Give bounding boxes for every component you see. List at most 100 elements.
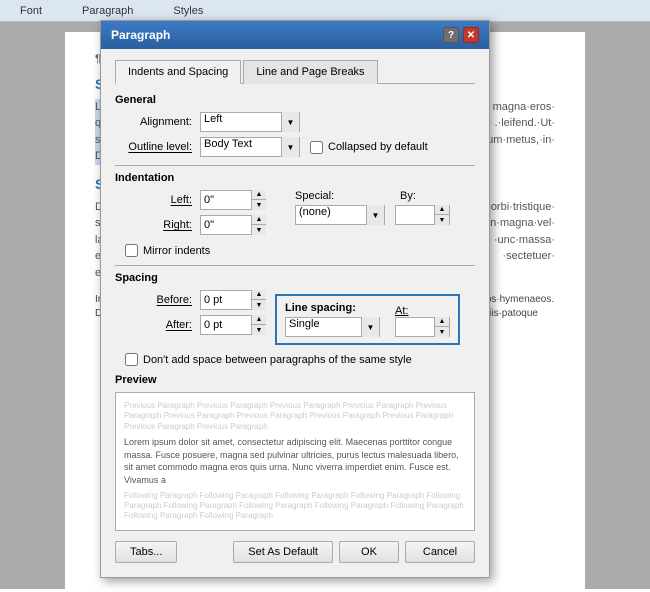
mirror-label: Mirror indents [143, 245, 210, 257]
paragraph-dialog: Paragraph ? ✕ Indents and Spacing Line a… [100, 20, 490, 578]
indentation-label: Indentation [115, 172, 475, 184]
right-spinner-down[interactable]: ▼ [252, 225, 266, 235]
special-label: Special: [295, 190, 385, 202]
line-spacing-col: Line spacing: Single ▼ [285, 302, 380, 337]
dialog-title: Paragraph [111, 28, 170, 42]
by-spinner[interactable]: ▲ ▼ [434, 205, 449, 225]
preview-label: Preview [115, 374, 475, 386]
right-indent-row: Right: ▲ ▼ [115, 215, 265, 235]
before-spinner-down[interactable]: ▼ [252, 300, 266, 310]
at-label: At: [395, 305, 450, 317]
before-after-col: Before: ▲ ▼ After: ▲ [115, 290, 265, 340]
outline-level-row: Outline level: Body Text ▼ Collapsed by … [115, 137, 475, 157]
collapsed-checkbox[interactable] [310, 141, 323, 154]
preview-after-text: Following Paragraph Following Paragraph … [124, 491, 466, 522]
after-label: After: [115, 319, 200, 331]
right-label: Right: [115, 219, 200, 231]
by-spinner-down[interactable]: ▼ [435, 215, 449, 225]
before-input[interactable] [201, 291, 251, 309]
right-spinner-up[interactable]: ▲ [252, 215, 266, 225]
tab-line-page-breaks[interactable]: Line and Page Breaks [243, 60, 377, 84]
right-buttons: Set As Default OK Cancel [233, 541, 475, 563]
at-input-wrap[interactable]: ▲ ▼ [395, 317, 450, 337]
alignment-row: Alignment: Left ▼ [115, 112, 475, 132]
left-spinner-up[interactable]: ▲ [252, 190, 266, 200]
line-spacing-box: Line spacing: Single ▼ At: ▲ ▼ [275, 294, 460, 345]
dialog-buttons: Tabs... Set As Default OK Cancel [115, 541, 475, 563]
preview-before-text: Previous Paragraph Previous Paragraph Pr… [124, 401, 466, 432]
alignment-dropdown[interactable]: Left ▼ [200, 112, 300, 132]
cancel-button[interactable]: Cancel [405, 541, 475, 563]
spacing-label: Spacing [115, 272, 475, 284]
general-label: General [115, 94, 475, 106]
outline-level-value: Body Text [201, 138, 281, 156]
left-indent-row: Left: ▲ ▼ [115, 190, 265, 210]
dont-add-row: Don't add space between paragraphs of th… [115, 353, 475, 366]
left-spinner-down[interactable]: ▼ [252, 200, 266, 210]
special-arrow[interactable]: ▼ [366, 205, 384, 225]
special-value: (none) [296, 206, 366, 224]
indent-left-col: Left: ▲ ▼ Right: ▲ [115, 190, 265, 240]
at-spinner[interactable]: ▲ ▼ [434, 317, 449, 337]
after-row: After: ▲ ▼ [115, 315, 265, 335]
close-button[interactable]: ✕ [463, 27, 479, 43]
after-input[interactable] [201, 316, 251, 334]
by-col: By: ▲ ▼ [395, 190, 450, 225]
ok-button[interactable]: OK [339, 541, 399, 563]
line-spacing-arrow[interactable]: ▼ [361, 317, 379, 337]
preview-box: Previous Paragraph Previous Paragraph Pr… [115, 392, 475, 531]
by-input-wrap[interactable]: ▲ ▼ [395, 205, 450, 225]
mirror-checkbox[interactable] [125, 244, 138, 257]
after-spinner-down[interactable]: ▼ [252, 325, 266, 335]
preview-section: Preview Previous Paragraph Previous Para… [115, 374, 475, 531]
right-spinner[interactable]: ▲ ▼ [251, 215, 266, 235]
at-input[interactable] [396, 318, 434, 336]
mirror-row: Mirror indents [115, 244, 475, 257]
before-spinner[interactable]: ▲ ▼ [251, 290, 266, 310]
alignment-label: Alignment: [115, 116, 200, 128]
left-input[interactable] [201, 191, 251, 209]
tabs-button[interactable]: Tabs... [115, 541, 177, 563]
alignment-value: Left [201, 113, 281, 131]
before-input-wrap[interactable]: ▲ ▼ [200, 290, 265, 310]
at-spinner-down[interactable]: ▼ [435, 327, 449, 337]
before-label: Before: [115, 294, 200, 306]
set-default-button[interactable]: Set As Default [233, 541, 333, 563]
by-input[interactable] [396, 206, 434, 224]
dialog-content: Indents and Spacing Line and Page Breaks… [101, 49, 489, 577]
toolbar-styles: Styles [153, 5, 223, 17]
left-label: Left: [115, 194, 200, 206]
dont-add-checkbox[interactable] [125, 353, 138, 366]
preview-body-text: Lorem ipsum dolor sit amet, consectetur … [124, 436, 466, 486]
dialog-tabs: Indents and Spacing Line and Page Breaks [115, 59, 475, 84]
after-spinner[interactable]: ▲ ▼ [251, 315, 266, 335]
at-col: At: ▲ ▼ [395, 305, 450, 337]
special-col: Special: (none) ▼ [295, 190, 385, 225]
tab-indents-spacing[interactable]: Indents and Spacing [115, 60, 241, 84]
alignment-dropdown-arrow[interactable]: ▼ [281, 112, 299, 132]
at-spinner-up[interactable]: ▲ [435, 317, 449, 327]
outline-level-dropdown[interactable]: Body Text ▼ [200, 137, 300, 157]
dialog-titlebar: Paragraph ? ✕ [101, 21, 489, 49]
toolbar-paragraph: Paragraph [62, 5, 153, 17]
left-spinner[interactable]: ▲ ▼ [251, 190, 266, 210]
after-input-wrap[interactable]: ▲ ▼ [200, 315, 265, 335]
line-spacing-dropdown[interactable]: Single ▼ [285, 317, 380, 337]
left-input-wrap[interactable]: ▲ ▼ [200, 190, 265, 210]
outline-level-label: Outline level: [115, 141, 200, 153]
dialog-title-buttons: ? ✕ [443, 27, 479, 43]
dont-add-label: Don't add space between paragraphs of th… [143, 354, 412, 366]
before-row: Before: ▲ ▼ [115, 290, 265, 310]
right-input-wrap[interactable]: ▲ ▼ [200, 215, 265, 235]
collapsed-label: Collapsed by default [328, 141, 428, 153]
word-toolbar: Font Paragraph Styles [0, 0, 650, 22]
right-input[interactable] [201, 216, 251, 234]
line-spacing-label: Line spacing: [285, 302, 380, 314]
before-spinner-up[interactable]: ▲ [252, 290, 266, 300]
outline-level-arrow[interactable]: ▼ [281, 137, 299, 157]
special-dropdown[interactable]: (none) ▼ [295, 205, 385, 225]
help-button[interactable]: ? [443, 27, 459, 43]
by-spinner-up[interactable]: ▲ [435, 205, 449, 215]
by-label: By: [400, 190, 450, 202]
after-spinner-up[interactable]: ▲ [252, 315, 266, 325]
